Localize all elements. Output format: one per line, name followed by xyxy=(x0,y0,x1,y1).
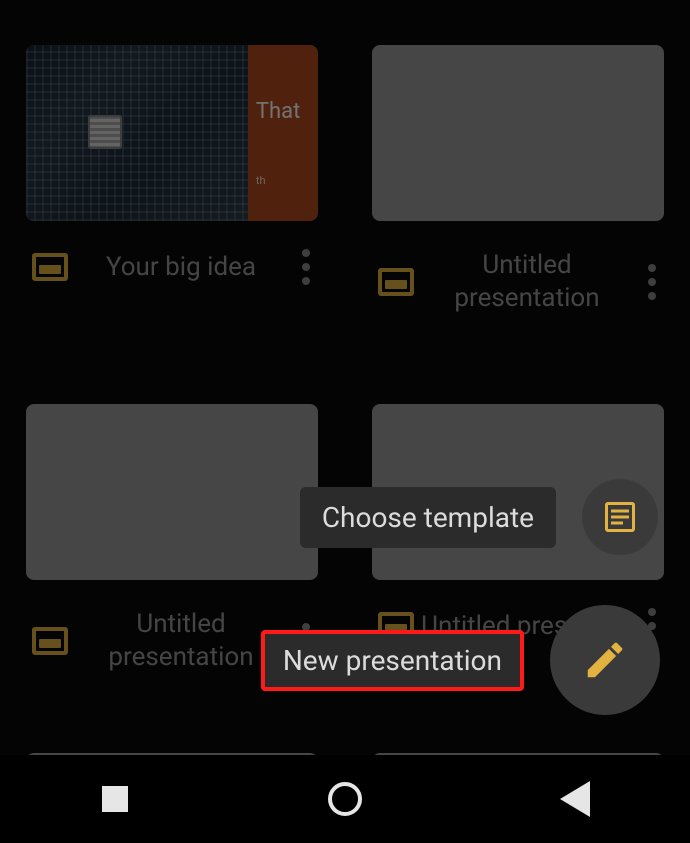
presentation-card[interactable]: Untitled presentation xyxy=(372,45,664,314)
choose-template-label[interactable]: Choose template xyxy=(300,487,556,548)
home-button[interactable] xyxy=(305,769,385,829)
presentation-thumbnail[interactable]: That th xyxy=(26,45,318,221)
presentations-grid-screen: That th Your big idea Untitled presentat… xyxy=(0,0,690,755)
fab-speed-dial: Choose template New presentation xyxy=(261,479,658,715)
android-navigation-bar xyxy=(0,755,690,843)
pencil-icon xyxy=(582,637,628,683)
more-options-icon[interactable] xyxy=(294,249,318,285)
slides-file-icon xyxy=(32,627,68,655)
slides-file-icon xyxy=(378,268,414,296)
more-options-icon[interactable] xyxy=(640,264,664,300)
presentation-card[interactable]: That th Your big idea xyxy=(26,45,318,314)
presentation-title: Your big idea xyxy=(68,251,294,284)
presentation-title: Untitled presentation xyxy=(414,249,640,314)
thumb-sub: th xyxy=(256,174,310,187)
presentation-thumbnail[interactable] xyxy=(372,45,664,221)
thumb-heading: That xyxy=(256,99,310,124)
slides-file-icon xyxy=(32,253,68,281)
choose-template-button[interactable] xyxy=(582,479,658,555)
recent-apps-button[interactable] xyxy=(75,769,155,829)
template-icon xyxy=(602,499,638,535)
back-button[interactable] xyxy=(535,769,615,829)
new-presentation-label[interactable]: New presentation xyxy=(261,630,524,691)
new-presentation-button[interactable] xyxy=(550,605,660,715)
